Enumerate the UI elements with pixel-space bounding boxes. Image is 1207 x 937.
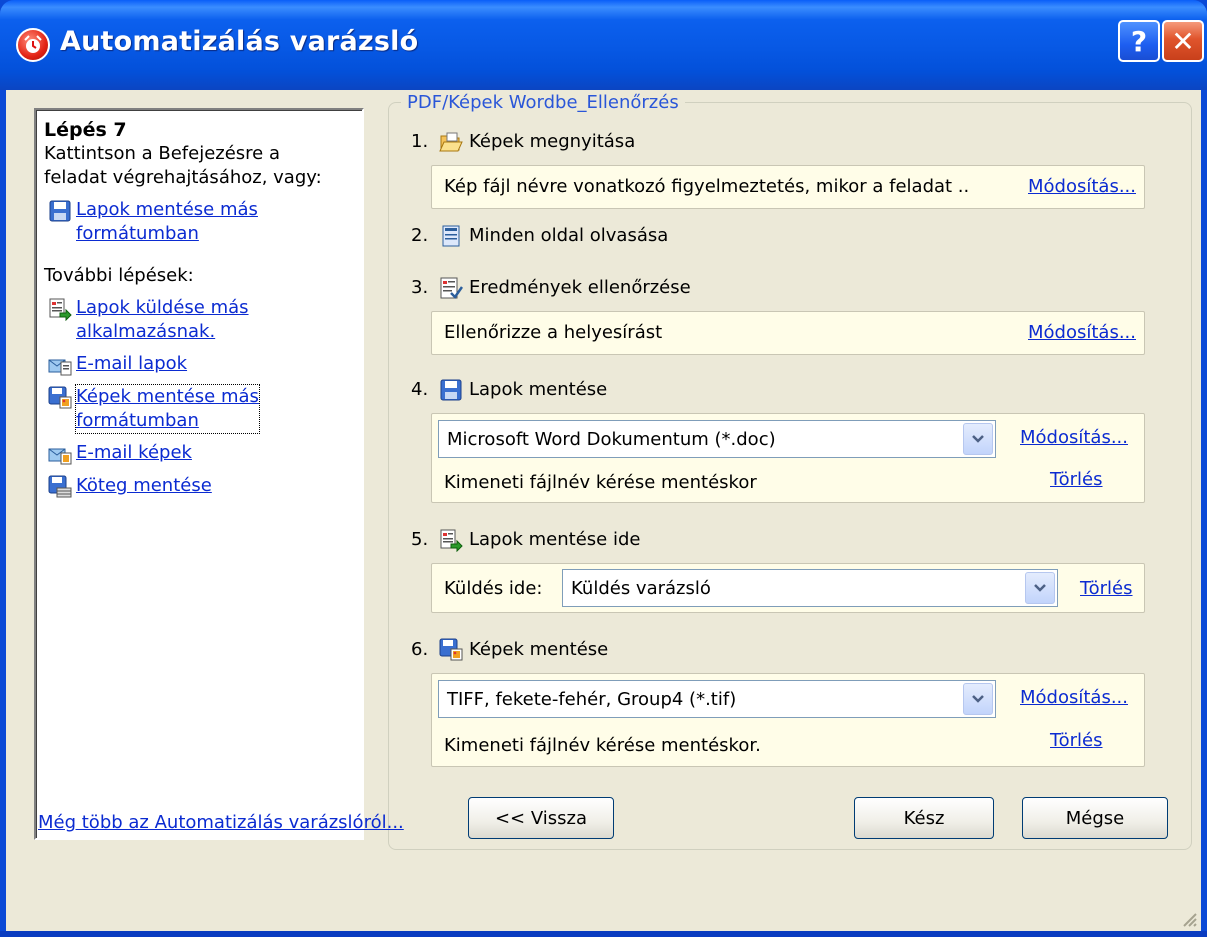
- step5-send-label: Küldés ide:: [444, 578, 543, 599]
- send-pages-icon: [440, 529, 463, 552]
- step4-note: Kimeneti fájlnév kérése mentéskor: [444, 472, 757, 493]
- email-images-link[interactable]: E-mail képek: [48, 441, 354, 466]
- step3-modify-link[interactable]: Módosítás...: [1028, 321, 1136, 345]
- save-images-icon: [48, 386, 72, 409]
- email-images-link-label: E-mail képek: [76, 442, 192, 463]
- step5-destination-combobox[interactable]: Küldés varázsló: [562, 569, 1058, 607]
- send-pages-link-line1: Lapok küldése más: [76, 297, 249, 318]
- step6-number: 6.: [411, 638, 429, 660]
- step1-number: 1.: [411, 130, 429, 152]
- save-images-link-line1: Képek mentése más: [76, 386, 259, 407]
- save-images-link-line2: formátumban: [76, 410, 199, 431]
- chevron-down-icon: [972, 695, 984, 703]
- save-batch-link[interactable]: Köteg mentése: [48, 474, 354, 499]
- step6-delete-link[interactable]: Törlés: [1050, 729, 1103, 753]
- step3-number: 3.: [411, 276, 429, 298]
- dialog-client-area: Lépés 7 Kattintson a Befejezésre a felad…: [6, 90, 1201, 931]
- send-pages-link-line2: alkalmazásnak.: [76, 321, 216, 342]
- step6-header: 6. Képek mentése: [411, 637, 608, 662]
- step6-dropdown-arrow[interactable]: [963, 683, 993, 715]
- back-button[interactable]: << Vissza: [468, 797, 614, 839]
- save-pages-other-format-link[interactable]: Lapok mentése más formátumban: [48, 198, 354, 246]
- finish-button[interactable]: Kész: [854, 797, 994, 839]
- open-folder-icon: [439, 132, 463, 152]
- more-info-link[interactable]: Még több az Automatizálás varázslóról...: [38, 812, 404, 833]
- step5-number: 5.: [411, 528, 429, 550]
- save-pages-link-line2: formátumban: [76, 223, 199, 244]
- step6-format-value: TIFF, fekete-fehér, Group4 (*.tif): [447, 688, 737, 710]
- step6-label: Képek mentése: [469, 638, 609, 660]
- step1-settings-box: Kép fájl névre vonatkozó figyelmeztetés,…: [431, 165, 1145, 209]
- step4-number: 4.: [411, 378, 429, 400]
- floppy-save-icon: [440, 379, 462, 401]
- window-bottom-border: [0, 931, 1207, 937]
- step6-settings-box: TIFF, fekete-fehér, Group4 (*.tif) Módos…: [431, 673, 1145, 767]
- step-description-line2: feladat végrehajtásához, vagy:: [44, 167, 322, 188]
- cancel-button[interactable]: Mégse: [1022, 797, 1168, 839]
- step6-format-combobox[interactable]: TIFF, fekete-fehér, Group4 (*.tif): [438, 680, 996, 718]
- step4-settings-box: Microsoft Word Dokumentum (*.doc) Módosí…: [431, 413, 1145, 503]
- email-pages-link[interactable]: E-mail lapok: [48, 352, 354, 377]
- step-description-line1: Kattintson a Befejezésre a: [44, 143, 281, 164]
- step1-header: 1. Képek megnyitása: [411, 129, 635, 154]
- help-button[interactable]: ?: [1118, 20, 1160, 62]
- save-images-other-format-link[interactable]: Képek mentése más formátumban: [48, 384, 354, 434]
- email-images-icon: [48, 448, 72, 465]
- send-pages-icon: [49, 298, 72, 321]
- step2-label: Minden oldal olvasása: [469, 224, 669, 246]
- step2-number: 2.: [411, 224, 429, 246]
- step5-destination-value: Küldés varázsló: [571, 577, 711, 599]
- step3-header: 3. Eredmények ellenőrzése: [411, 275, 691, 300]
- step4-header: 4. Lapok mentése: [411, 377, 607, 402]
- step1-modify-link[interactable]: Módosítás...: [1028, 175, 1136, 199]
- save-pages-link-line1: Lapok mentése más: [76, 199, 258, 220]
- save-images-icon: [439, 638, 463, 661]
- step-title: Lépés 7: [44, 119, 127, 141]
- step-sidebar: Lépés 7 Kattintson a Befejezésre a felad…: [34, 108, 364, 840]
- email-pages-icon: [48, 359, 72, 376]
- read-pages-icon: [442, 225, 460, 247]
- save-batch-icon: [48, 475, 72, 498]
- step1-label: Képek megnyitása: [469, 130, 636, 152]
- step4-delete-link[interactable]: Törlés: [1050, 468, 1103, 492]
- step5-header: 5. Lapok mentése ide: [411, 527, 640, 552]
- step1-description: Kép fájl névre vonatkozó figyelmeztetés,…: [444, 176, 970, 197]
- step4-modify-link[interactable]: Módosítás...: [1020, 426, 1128, 450]
- wizard-window: Automatizálás varázsló ? ✕ Lépés 7 Katti…: [0, 0, 1207, 937]
- chevron-down-icon: [972, 435, 984, 443]
- chevron-down-icon: [1034, 584, 1046, 592]
- save-batch-link-label: Köteg mentése: [76, 475, 212, 496]
- step3-settings-box: Ellenőrizze a helyesírást Módosítás...: [431, 311, 1145, 355]
- step6-modify-link[interactable]: Módosítás...: [1020, 686, 1128, 710]
- step5-delete-link[interactable]: Törlés: [1080, 577, 1133, 601]
- send-pages-to-app-link[interactable]: Lapok küldése más alkalmazásnak.: [48, 296, 354, 344]
- step2-header: 2. Minden oldal olvasása: [411, 223, 668, 248]
- step5-label: Lapok mentése ide: [469, 528, 641, 550]
- step4-dropdown-arrow[interactable]: [963, 423, 993, 455]
- title-bar[interactable]: Automatizálás varázsló ? ✕: [0, 0, 1207, 90]
- step5-dropdown-arrow[interactable]: [1025, 572, 1055, 604]
- more-steps-label: További lépések:: [44, 265, 194, 286]
- workflow-groupbox: PDF/Képek Wordbe_Ellenőrzés 1. Képek meg…: [388, 91, 1192, 850]
- step4-format-value: Microsoft Word Dokumentum (*.doc): [447, 428, 776, 450]
- close-button[interactable]: ✕: [1162, 20, 1204, 62]
- step5-settings-box: Küldés ide: Küldés varázsló Törlés: [431, 563, 1145, 613]
- step4-format-combobox[interactable]: Microsoft Word Dokumentum (*.doc): [438, 420, 996, 458]
- step6-note: Kimeneti fájlnév kérése mentéskor.: [444, 735, 761, 756]
- app-logo-icon: [16, 28, 50, 62]
- workflow-name-label: PDF/Képek Wordbe_Ellenőrzés: [401, 91, 685, 115]
- step4-label: Lapok mentése: [469, 378, 608, 400]
- step3-label: Eredmények ellenőrzése: [469, 276, 691, 298]
- email-pages-link-label: E-mail lapok: [76, 353, 188, 374]
- resize-grip-icon[interactable]: [1179, 909, 1197, 927]
- floppy-save-icon: [49, 200, 71, 222]
- verify-results-icon: [440, 277, 463, 299]
- step3-description: Ellenőrizze a helyesírást: [444, 322, 663, 343]
- window-title: Automatizálás varázsló: [60, 26, 419, 57]
